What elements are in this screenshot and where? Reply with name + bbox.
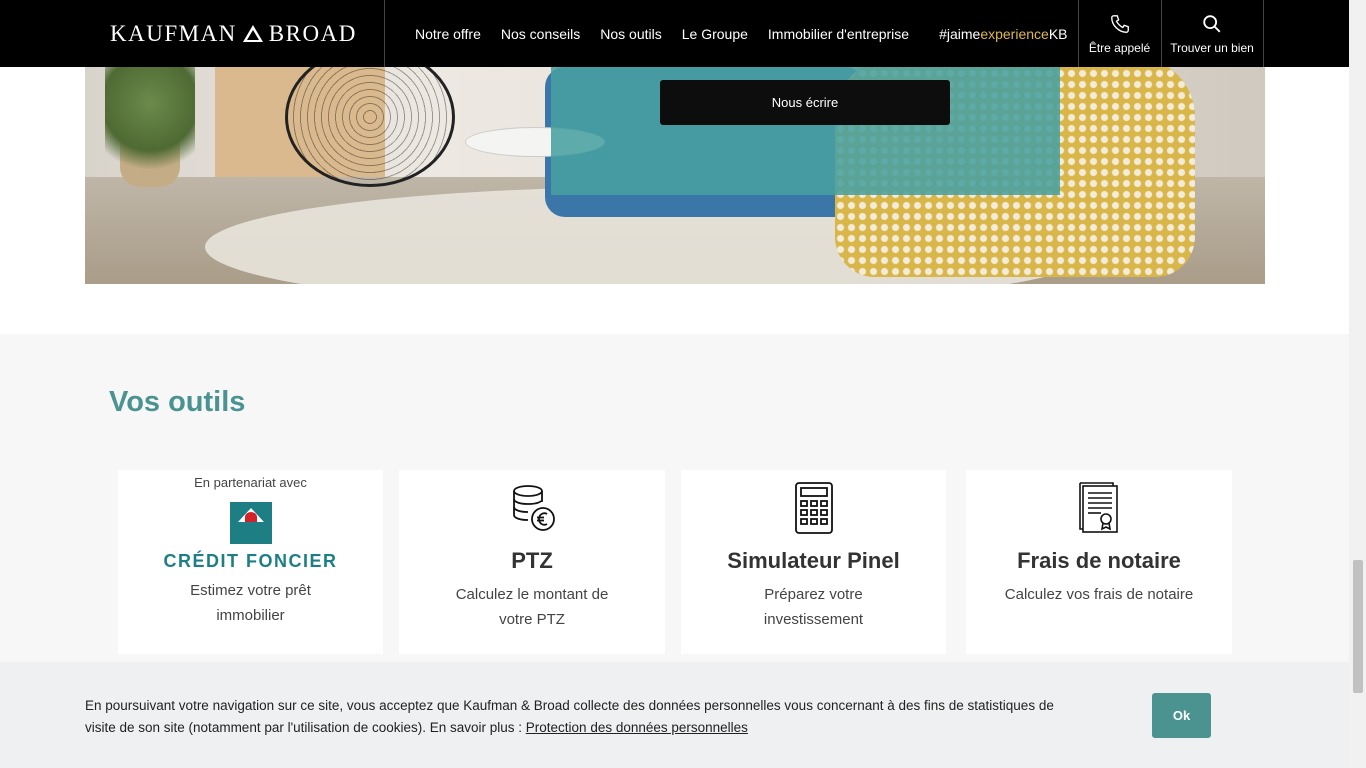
header-actions: Être appelé Trouver un bien	[1077, 0, 1264, 67]
partner-label: En partenariat avec	[194, 475, 307, 490]
tool-card-desc: Calculez le montant de votre PTZ	[455, 586, 609, 628]
nav-item-nos-outils[interactable]: Nos outils	[590, 26, 671, 42]
credit-foncier-logo	[229, 502, 272, 544]
hero-plant	[105, 67, 195, 187]
tool-card-desc: Calculez vos frais de notaire	[1004, 586, 1194, 603]
nav-item-immobilier-entreprise[interactable]: Immobilier d'entreprise	[758, 26, 919, 42]
privacy-link[interactable]: Protection des données personnelles	[526, 720, 748, 735]
scrollbar-thumb[interactable]	[1353, 560, 1363, 693]
tool-card-desc: Préparez votre investissement	[763, 586, 864, 628]
certificate-document-icon	[1079, 482, 1118, 533]
call-me-button[interactable]: Être appelé	[1077, 0, 1161, 67]
brand-name-right: BROAD	[268, 20, 357, 46]
find-property-button[interactable]: Trouver un bien	[1160, 0, 1264, 67]
tool-card-credit-foncier[interactable]: En partenariat avec CRÉDIT FONCIER Estim…	[118, 470, 383, 654]
page-scrollbar[interactable]	[1349, 0, 1366, 768]
tool-card-frais-notaire[interactable]: Frais de notaire Calculez vos frais de n…	[966, 470, 1232, 654]
tool-card-pinel[interactable]: Simulateur Pinel Préparez votre investis…	[681, 470, 946, 654]
tool-card-title: Frais de notaire	[1017, 548, 1181, 573]
tool-card-title: Simulateur Pinel	[727, 548, 900, 573]
credit-foncier-name: CRÉDIT FONCIER	[163, 551, 338, 571]
tool-card-desc: Estimez votre prêt immobilier	[190, 582, 311, 624]
write-us-button[interactable]: Nous écrire	[660, 80, 950, 125]
phone-icon	[1110, 14, 1129, 33]
hero-image: Nous écrire	[85, 67, 1265, 284]
cookie-banner: En poursuivant votre navigation sur ce s…	[0, 662, 1349, 768]
search-icon	[1203, 14, 1221, 32]
cookie-ok-button[interactable]: Ok	[1152, 693, 1211, 738]
calculator-icon	[794, 482, 833, 534]
nav-item-notre-offre[interactable]: Notre offre	[405, 26, 491, 42]
brand-logo[interactable]: KAUFMAN BROAD	[0, 0, 385, 67]
hashtag-part-2: experience	[980, 25, 1049, 42]
nav-item-nos-conseils[interactable]: Nos conseils	[491, 26, 590, 42]
nav-item-le-groupe[interactable]: Le Groupe	[672, 26, 758, 42]
brand-name-left: KAUFMAN	[110, 20, 237, 46]
hashtag-link[interactable]: #jaimeexperienceKB	[939, 26, 1067, 42]
call-me-label: Être appelé	[1088, 40, 1151, 55]
section-title: Vos outils	[109, 386, 246, 418]
hashtag-part-1: #jaime	[939, 25, 981, 42]
hashtag-part-3: KB	[1048, 25, 1068, 42]
brand-triangle-icon	[242, 25, 263, 42]
coins-euro-icon	[513, 485, 555, 531]
tool-card-title: PTZ	[511, 548, 553, 573]
cookie-message: En poursuivant votre navigation sur ce s…	[85, 695, 1065, 739]
find-property-label: Trouver un bien	[1170, 40, 1254, 55]
contact-panel: Nous écrire	[551, 67, 1060, 195]
tool-card-ptz[interactable]: PTZ Calculez le montant de votre PTZ	[399, 470, 665, 654]
top-navbar: KAUFMAN BROAD Notre offre Nos conseils N…	[0, 0, 1349, 67]
main-nav: Notre offre Nos conseils Nos outils Le G…	[385, 0, 1068, 67]
